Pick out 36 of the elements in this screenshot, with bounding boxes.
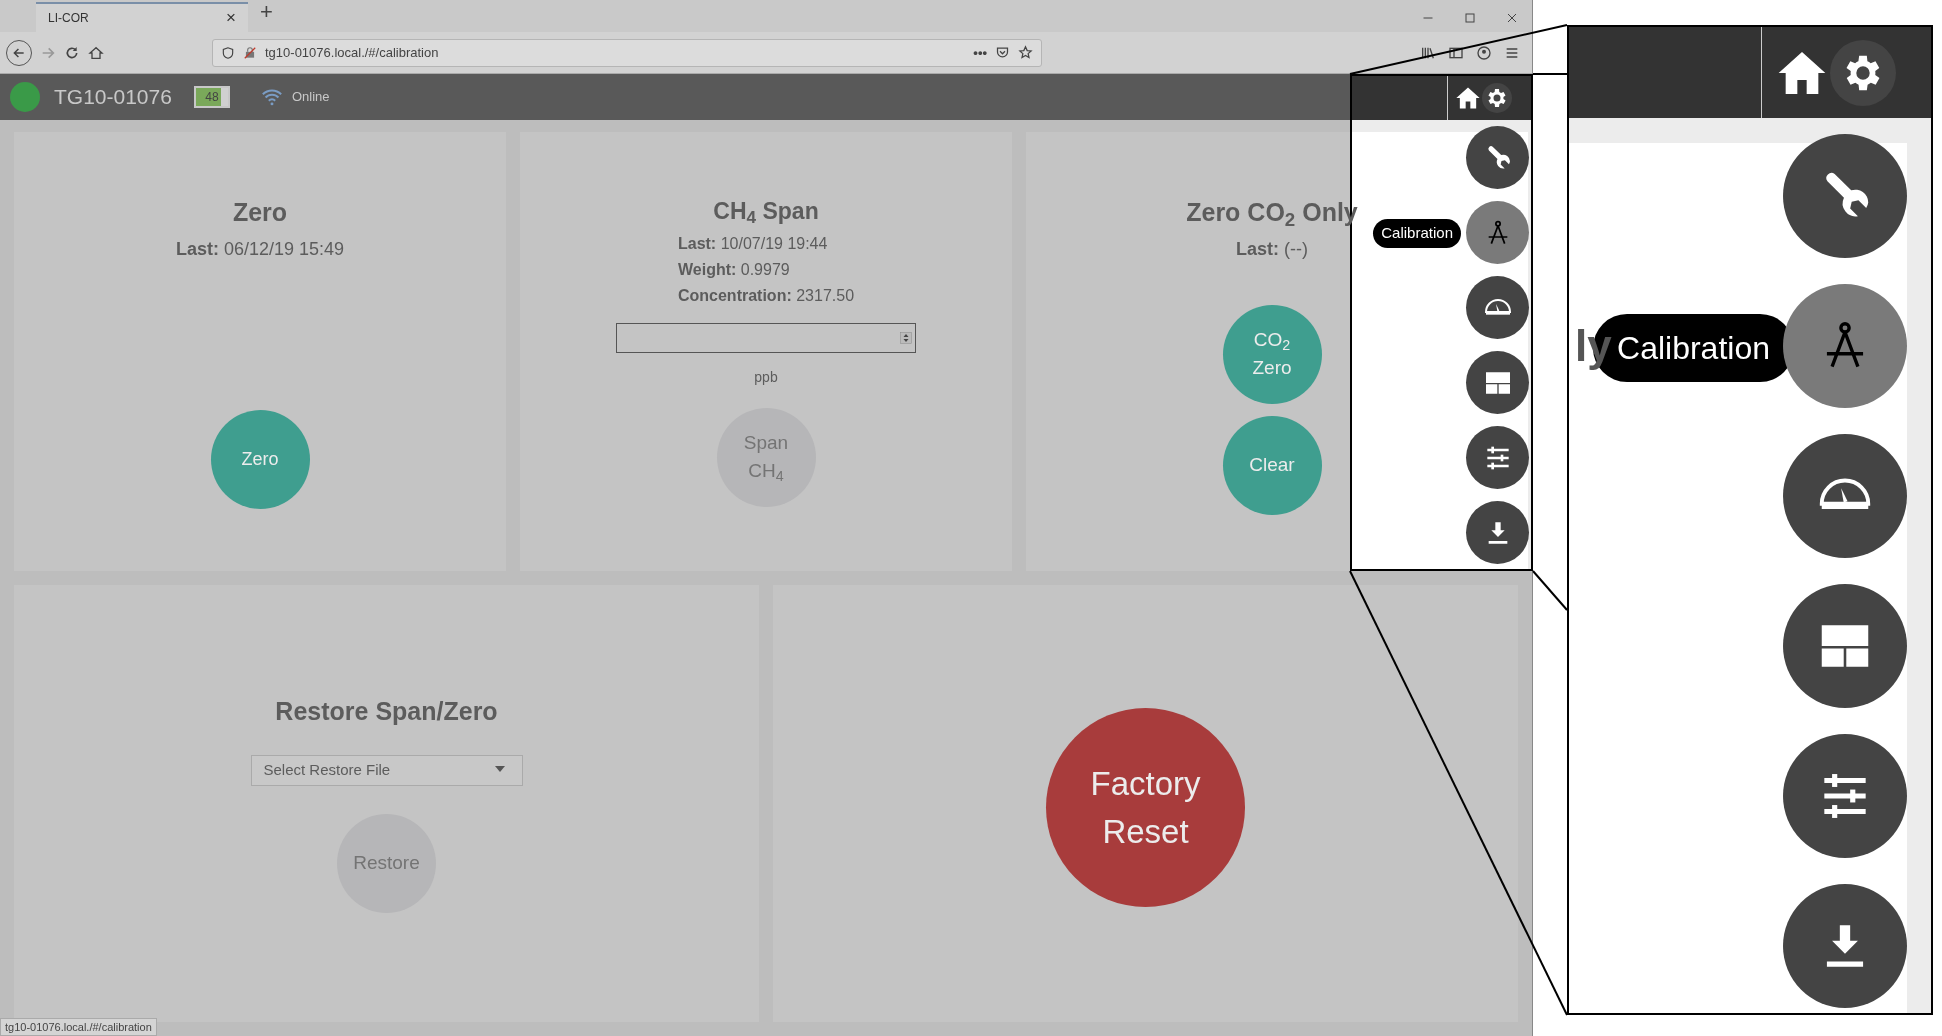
circle-button[interactable]: Clear	[1222, 415, 1322, 515]
maximize-icon[interactable]	[1464, 12, 1476, 24]
connection-status: Online	[291, 88, 330, 107]
tooltip: Calibration	[1373, 219, 1461, 248]
tab-title: LI-COR	[48, 10, 89, 27]
card-title: Zero	[232, 197, 288, 228]
last-date: Last: (--)	[1236, 237, 1308, 261]
last-date: Last: 06/12/19 15:49	[175, 237, 345, 261]
close-icon[interactable]: ×	[226, 5, 236, 31]
info-line: Last: 10/07/19 19:44	[677, 233, 828, 254]
star-icon[interactable]	[1018, 45, 1033, 60]
info-line: Weight: 0.9979	[677, 259, 790, 280]
reload-icon[interactable]	[64, 44, 80, 61]
shield-icon	[221, 45, 235, 60]
number-field[interactable]	[616, 322, 916, 353]
page-actions-button[interactable]: •••	[973, 42, 987, 63]
close-icon[interactable]	[1506, 12, 1518, 24]
settings-button[interactable]	[1482, 83, 1512, 113]
home-icon[interactable]	[88, 44, 104, 61]
circle-button[interactable]: CO$_{2}$ Zero	[1222, 304, 1322, 404]
device-name: TG10-01076	[54, 84, 172, 111]
pocket-icon[interactable]	[995, 45, 1010, 60]
account-icon[interactable]	[1476, 44, 1492, 61]
address-bar[interactable]: tg10-01076.local./#/calibration •••	[212, 38, 1042, 67]
unit-label: ppb	[754, 367, 778, 387]
info-line: Concentration: 2317.50	[677, 285, 855, 306]
new-tab-button[interactable]: +	[260, 0, 273, 28]
card-title: CH$_{4}$ Span	[713, 197, 819, 229]
url-text: tg10-01076.local./#/calibration	[265, 43, 439, 62]
lock-icon	[243, 45, 257, 60]
select-dropdown[interactable]: Select Restore File	[250, 754, 523, 786]
battery-level: 48	[205, 89, 219, 106]
card-title: Restore Span/Zero	[275, 696, 498, 727]
circle-button[interactable]: Factory Reset	[1046, 708, 1245, 907]
circle-button[interactable]: Zero	[210, 410, 310, 509]
browser-tab[interactable]: LI-COR ×	[36, 2, 248, 32]
